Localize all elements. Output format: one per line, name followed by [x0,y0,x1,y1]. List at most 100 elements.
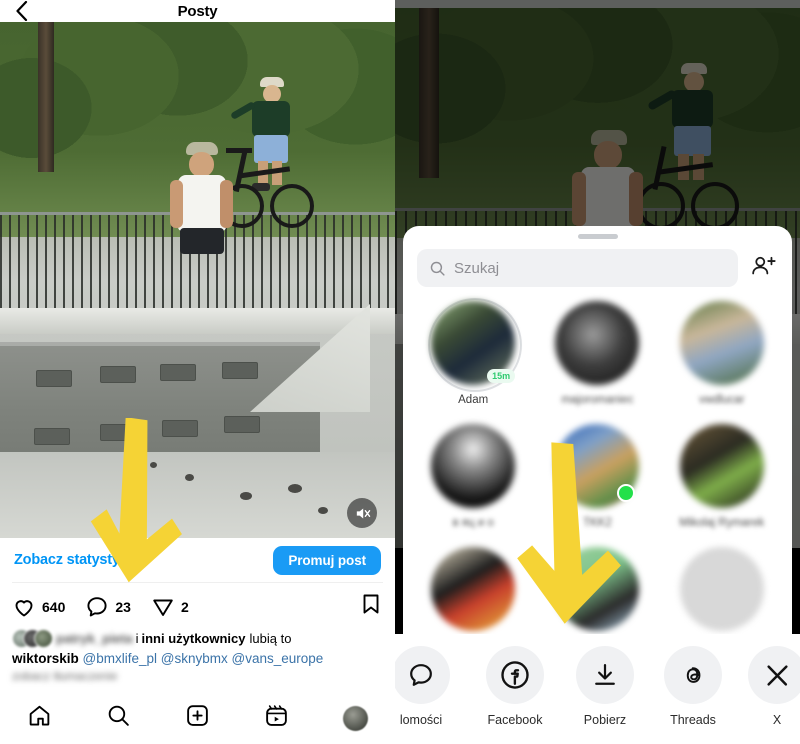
search-input[interactable]: Szukaj [417,249,738,287]
likes-summary: patryk_pieta i inni użytkownicy lubią to [0,625,395,648]
contact-name: vwdlucar [699,394,745,406]
avatar-wrap [679,301,764,385]
contact-item[interactable]: 15m Adam [411,298,535,408]
media-tree-trunk [38,22,54,172]
screenshot-root: Posty Zobacz statystyki Promuj post 640 … [0,0,800,744]
avatar [679,423,764,508]
contact-item[interactable]: majoromaniec [535,301,659,408]
share-icon-circle [576,646,634,704]
post-actions-row: Zobacz statystyki Promuj post [0,538,395,582]
profile-avatar [343,705,368,731]
note-badge: 15m [487,369,516,383]
avatar [555,301,640,385]
post-media[interactable] [0,22,395,538]
contact-name: Adam [458,394,489,406]
share-target-label: lomości [399,713,443,727]
facebook-icon [501,661,529,689]
liker-username: patryk_pieta [56,630,133,646]
heart-icon [15,599,33,616]
reels-icon [266,705,287,726]
status-strip [395,0,800,8]
share-target-label: X [772,713,782,727]
avatar-wrap [431,423,516,508]
avatar [679,301,764,385]
share-target-messages[interactable]: lomości [395,646,469,727]
home-icon [29,705,50,726]
caption-author[interactable]: wiktorskib [12,651,79,666]
share-count: 2 [180,598,189,615]
search-icon [108,705,129,726]
contact-name: majoromaniec [561,394,634,406]
caption-tag-1[interactable]: @bmxlife_pl [83,651,157,666]
contacts-grid: 15m Adam majoromaniec vwdlucar в яц и о … [403,287,792,647]
search-row: Szukaj [403,239,792,287]
plus-square-icon [187,705,208,726]
avatar [431,546,516,631]
promote-post-button[interactable]: Promuj post [273,545,381,575]
top-navigation-bar: Posty [0,0,395,22]
share-icon-circle [748,646,800,704]
comment-count: 23 [115,598,131,615]
contact-name: Mikolaj Rymarek [679,516,765,529]
contact-name: TKK2 [583,516,612,529]
contact-item[interactable]: vwdlucar [660,301,784,408]
online-status-dot [617,483,636,502]
comment-group[interactable]: 23 [85,595,131,619]
contact-item[interactable] [535,546,659,631]
likes-suffix: lubią to [249,630,292,646]
bookmark-button[interactable] [359,592,383,621]
avatar-wrap [555,301,640,385]
avatar-wrap [679,546,764,631]
caption-translation-line[interactable]: zobacz tłumaczenie [12,668,383,684]
like-group[interactable]: 640 [12,595,65,619]
x-twitter-icon [766,664,788,686]
tab-profile[interactable] [343,705,368,731]
share-target-label: Facebook [487,713,543,727]
share-icon-circle [395,646,450,704]
add-person-button[interactable] [750,254,778,283]
tab-search[interactable] [106,703,131,733]
contact-item[interactable]: Mikolaj Rymarek [660,423,784,531]
messages-chat-icon [410,664,432,686]
share-target-x[interactable]: X [737,646,800,727]
caption-tag-3[interactable]: @vans_europe [232,651,324,666]
share-icon-circle [664,646,722,704]
contact-item[interactable]: в яц и о [411,423,535,531]
mute-toggle-button[interactable] [347,498,377,528]
media-platform [0,308,395,334]
contact-item[interactable] [411,546,535,631]
search-icon [430,261,445,276]
bookmark-icon [363,594,379,614]
speaker-muted-icon [356,508,370,518]
back-button[interactable] [10,0,32,22]
caption-tag-2[interactable]: @sknybmx [161,651,228,666]
instagram-post-screen: Posty Zobacz statystyki Promuj post 640 … [0,0,395,744]
share-target-label: Threads [670,713,716,727]
likes-others[interactable]: inni użytkownicy [141,631,245,646]
instagram-share-sheet-screen: Szukaj 15m Adam majoromaniec vwdlucar в … [395,0,800,744]
avatar [555,546,640,631]
share-target-download[interactable]: Pobierz [561,646,649,727]
download-icon [595,663,615,685]
contact-item[interactable]: TKK2 [535,423,659,531]
avatar [679,546,764,631]
avatar-wrap [555,423,640,508]
threads-icon [686,666,700,683]
share-icon-circle [486,646,544,704]
share-group[interactable]: 2 [151,595,189,619]
tab-home[interactable] [27,703,52,733]
share-targets-row: lomości Facebook Pobierz Threads X [395,634,800,744]
tab-reels[interactable] [264,703,289,733]
avatar-wrap [679,423,764,508]
contact-name: в яц и о [452,516,494,529]
media-ground [0,452,395,538]
avatar-wrap [555,546,640,631]
share-target-facebook[interactable]: Facebook [469,646,561,727]
bottom-tab-bar [0,692,395,744]
search-placeholder: Szukaj [454,259,500,277]
share-target-threads[interactable]: Threads [649,646,737,727]
contact-item[interactable] [660,546,784,631]
media-rider-foreground [170,142,233,254]
tab-create[interactable] [185,703,210,733]
view-statistics-link[interactable]: Zobacz statystyki [14,552,132,568]
